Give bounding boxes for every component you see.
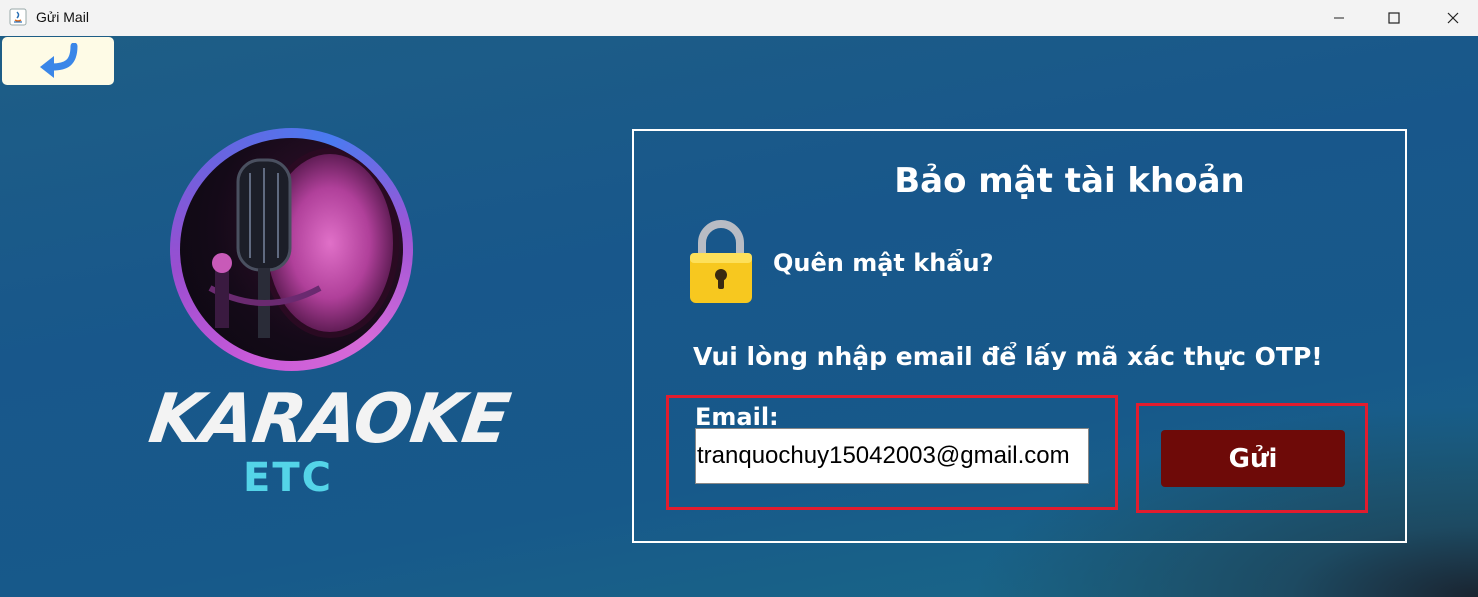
minimize-button[interactable] [1316,0,1362,36]
lock-icon [688,219,754,305]
instruction-text: Vui lòng nhập email để lấy mã xác thực O… [693,342,1323,371]
forgot-password-text: Quên mật khẩu? [773,249,994,277]
logo-title: KARAOKE [144,380,514,459]
email-highlight-box: Email: [666,395,1118,510]
maximize-button[interactable] [1371,0,1417,36]
email-input[interactable] [695,428,1089,484]
panel-title: Bảo mật tài khoản [894,161,1245,201]
window-title: Gửi Mail [36,9,89,25]
close-icon [1447,9,1459,28]
email-label: Email: [695,403,779,431]
security-panel: Bảo mật tài khoản Quên mật khẩu? Vui lòn… [632,129,1407,543]
java-app-icon [9,8,27,26]
title-bar: Gửi Mail [0,0,1478,36]
main-area: KARAOKE ETC Bảo mật tài khoản Quên mật k… [0,36,1478,597]
karaoke-logo: KARAOKE ETC [145,126,514,516]
send-button[interactable]: Gửi [1161,430,1345,487]
back-arrow-icon [36,42,80,83]
send-highlight-box: Gửi [1136,403,1368,513]
minimize-icon [1333,9,1345,28]
maximize-icon [1388,9,1400,28]
microphone-icon [180,138,403,361]
back-button[interactable] [2,37,114,85]
logo-circle [170,128,413,371]
close-button[interactable] [1430,0,1476,36]
logo-subtitle: ETC [243,455,333,501]
